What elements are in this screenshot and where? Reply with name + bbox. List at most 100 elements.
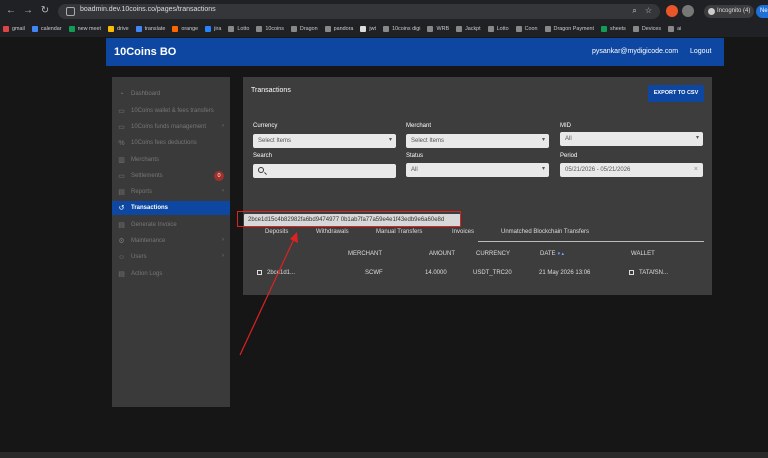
extension-icon[interactable] [666,5,678,17]
merchant-select[interactable]: Select Items ▾ [406,134,549,148]
sidebar-item-label: Maintenance [131,238,166,244]
reload-icon[interactable]: ↻ [38,4,52,18]
site-info-icon[interactable] [66,7,75,16]
col-wallet[interactable]: WALLET [631,251,655,257]
bookmark-item[interactable]: new meet [68,23,101,34]
merchants-icon: ▥ [118,156,125,164]
sidebar-item-transactions[interactable]: ↺ Transactions [112,201,230,215]
bookmark-item[interactable]: Jackpt [456,23,481,34]
sidebar-item-label: 10Coins funds management [131,124,207,130]
tab-invoices[interactable]: Invoices [452,229,474,235]
currency-select[interactable]: Select Items ▾ [253,134,396,148]
bookmark-item[interactable]: drive [107,23,129,34]
col-merchant[interactable]: MERCHANT [348,251,382,257]
tab-withdrawals[interactable]: Withdrawals [316,229,349,235]
bookmark-item[interactable]: 10coins digi [383,23,420,34]
bookmark-favicon-icon [256,25,263,32]
search-icon [258,167,264,173]
chevron-down-icon: ▾ [695,135,699,141]
export-csv-button[interactable]: EXPORT TO CSV [648,85,704,102]
status-select[interactable]: All ▾ [406,163,549,177]
bookmark-item[interactable]: Lotto [487,23,509,34]
sidebar-item-label: Dashboard [131,91,161,97]
col-amount[interactable]: AMOUNT [429,251,455,257]
reports-icon: ▤ [118,188,125,196]
sidebar-item-dashboard[interactable]: ◔ Dashboard [112,87,230,101]
bookmark-item[interactable]: Lotto [228,23,249,34]
bookmark-item[interactable]: jira [205,23,221,34]
users-icon: ☺ [118,253,126,261]
history-icon: ↺ [118,204,125,212]
url-text: boadmin.dev.10coins.co/pages/transaction… [80,6,216,13]
brand-title[interactable]: 10Coins BO [114,46,176,58]
sidebar-item-label: Reports [131,189,153,195]
bookmark-item[interactable]: WRB [427,23,449,34]
sidebar-item-10coins-fees-deductions[interactable]: % 10Coins fees deductions [112,136,230,150]
bookmark-item[interactable]: orange [172,23,198,34]
bookmark-item[interactable]: Dragon [290,23,318,34]
sidebar-item-label: Merchants [131,157,160,163]
sidebar-item-label: Transactions [131,205,169,211]
bookmark-item[interactable]: ai [668,23,681,34]
sidebar-item-users[interactable]: ☺ Users › [112,250,230,264]
bookmark-favicon-icon [668,25,675,32]
address-bar[interactable]: boadmin.dev.10coins.co/pages/transaction… [58,4,660,19]
sidebar-item-action-logs[interactable]: ▤ Action Logs [112,267,230,281]
invoice-icon: ▤ [118,221,125,229]
copy-icon[interactable] [629,270,634,275]
bookmark-item[interactable]: calendar [31,23,62,34]
bookmark-item[interactable]: pandora [324,23,353,34]
bookmark-favicon-icon [31,25,38,32]
forward-icon[interactable]: → [21,4,35,18]
bookmark-item[interactable]: translate [135,23,165,34]
sidebar-item-settlements[interactable]: ▭ Settlements 0 [112,169,230,183]
bookmark-item[interactable]: jwt [360,23,376,34]
mid-select[interactable]: All ▾ [560,132,703,146]
cell-amount: 14.0000 [425,270,447,276]
tab-manual-transfers[interactable]: Manual Transfers [376,229,422,235]
sidebar-item-merchants[interactable]: ▥ Merchants [112,153,230,167]
sidebar-item-maintenance[interactable]: ⚙ Maintenance › [112,234,230,248]
cell-date: 21 May 2026 13:06 [539,270,591,276]
bookmark-favicon-icon [107,25,114,32]
sidebar-item-label: Generate Invoice [131,222,177,228]
wallet-icon: ▭ [118,107,125,115]
bookmark-item[interactable]: Dragon Payment [544,23,594,34]
maintenance-icon: ⚙ [118,237,125,245]
new-chrome-button[interactable]: Ne [756,5,768,18]
page: 10Coins BO pysankar@mydigicode.com Logou… [0,37,768,458]
logout-button[interactable]: Logout [690,48,711,55]
period-input[interactable]: 05/21/2026 - 05/21/2026 × [560,163,703,177]
browser-chrome: ← → ↻ ⌂ boadmin.dev.10coins.co/pages/tra… [0,0,768,37]
bookmark-item[interactable]: 10coins [256,23,284,34]
tab-unmatched-blockchain-transfers[interactable]: Unmatched Blockchain Transfers [501,229,589,235]
sidebar-item-10coins-funds-management[interactable]: ▭ 10Coins funds management › [112,120,230,134]
bookmark-item[interactable]: Coon [515,23,538,34]
logs-icon: ▤ [118,270,125,278]
sidebar-item-10coins-wallet-fees-transfers[interactable]: ▭ 10Coins wallet & fees transfers [112,104,230,118]
sidebar-item-label: Users [131,254,147,260]
col-date[interactable]: DATE ▾ ▴ [540,251,564,257]
incognito-badge[interactable]: Incognito (4) [704,5,754,18]
search-input[interactable] [253,164,396,178]
bookmark-favicon-icon [135,25,142,32]
bookmark-favicon-icon [632,25,639,32]
cell-wallet[interactable]: TATAfSN... [629,270,668,276]
bookmark-item[interactable]: sheets [601,23,626,34]
col-currency[interactable]: CURRENCY [476,251,510,257]
back-icon[interactable]: ← [4,4,18,18]
bookmark-favicon-icon [360,25,367,32]
sidebar-item-generate-invoice[interactable]: ▤ Generate Invoice [112,218,230,232]
search-icon[interactable]: ⌕ [632,6,636,16]
extensions-puzzle-icon[interactable] [682,5,694,17]
bookmark-star-icon[interactable]: ☆ [645,6,652,16]
bookmark-item[interactable]: Devices [632,23,661,34]
transactions-panel: Transactions EXPORT TO CSV Currency Sele… [243,77,712,295]
sort-icon: ▾ ▴ [557,251,564,257]
sidebar-item-reports[interactable]: ▤ Reports › [112,185,230,199]
cell-currency: USDT_TRC20 [473,270,512,276]
bookmark-favicon-icon [383,25,389,32]
bookmark-item[interactable]: gmail [3,23,25,34]
clear-icon[interactable]: × [694,166,698,173]
annotation-highlight-box [237,211,461,227]
